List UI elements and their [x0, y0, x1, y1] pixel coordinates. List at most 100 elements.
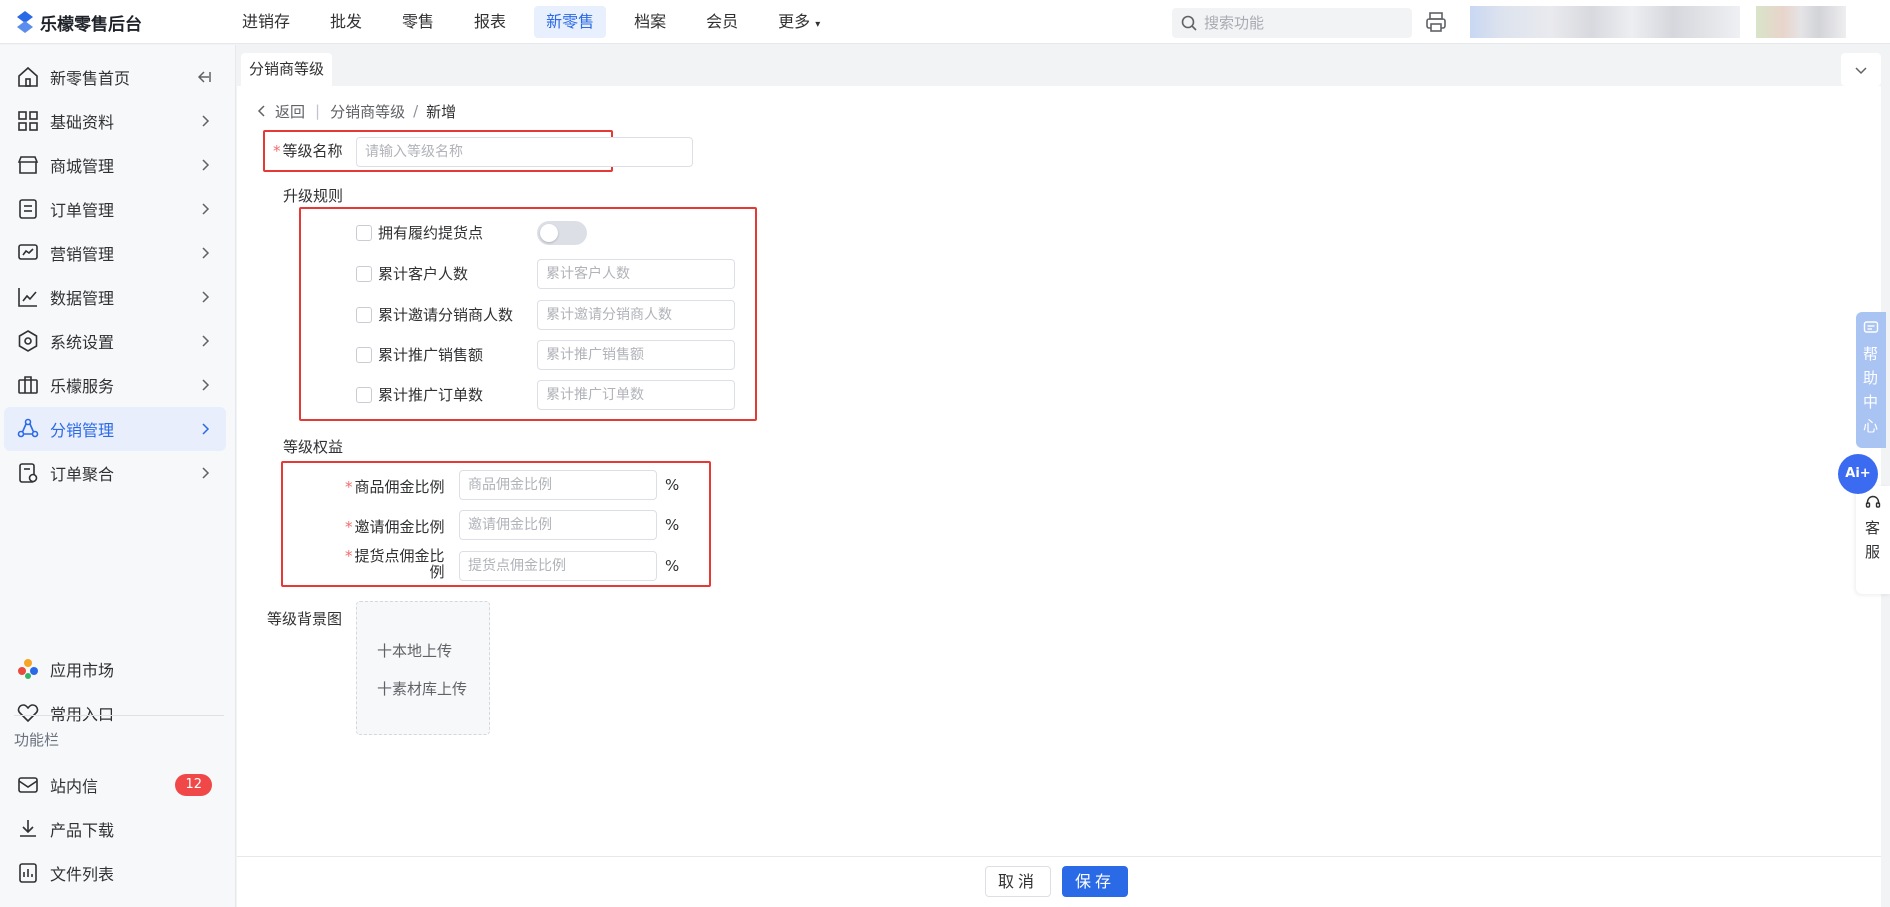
rule-sales-checkbox[interactable]: [356, 347, 372, 363]
cancel-button[interactable]: 取消: [985, 866, 1051, 897]
sidebar-item-orders[interactable]: 订单管理: [4, 187, 226, 231]
sidebar-item-label: 基础资料: [50, 113, 115, 132]
pickup-commission-input[interactable]: [459, 551, 657, 581]
rule-orders-checkbox[interactable]: [356, 387, 372, 403]
required-mark: *: [345, 478, 353, 496]
tab-menu-button[interactable]: [1841, 53, 1881, 86]
nav-more[interactable]: 更多 ▾: [766, 6, 832, 38]
rule-sales-label: 累计推广销售额: [378, 346, 484, 364]
rule-sales-input[interactable]: [537, 340, 735, 370]
product-commission-input[interactable]: [459, 470, 657, 500]
sidebar-item-label: 数据管理: [50, 289, 115, 308]
rule-customers-input[interactable]: [537, 259, 735, 289]
upload-library-label: 素材库上传: [392, 680, 468, 698]
sidebar-item-file-list[interactable]: 文件列表: [4, 851, 226, 895]
sidebar-item-marketing[interactable]: 营销管理: [4, 231, 226, 275]
sidebar-item-new-retail-home[interactable]: 新零售首页: [4, 55, 226, 99]
nav-member[interactable]: 会员: [694, 6, 750, 38]
product-commission-label-text: 商品佣金比例: [354, 478, 445, 496]
help-char: 助: [1863, 369, 1879, 387]
mail-icon: [18, 777, 38, 793]
customer-service-tab[interactable]: 客 服: [1856, 486, 1890, 594]
unread-badge: 12: [175, 774, 212, 796]
nav-wholesale[interactable]: 批发: [318, 6, 374, 38]
search-box[interactable]: [1172, 8, 1412, 38]
tab-bar: 分销商等级: [237, 53, 1881, 86]
user-avatar-blurred[interactable]: [1756, 6, 1846, 38]
chevron-right-icon: [202, 467, 210, 479]
order-icon: [19, 199, 37, 219]
required-mark: *: [345, 547, 353, 565]
pickup-commission-label-line2: 例: [429, 563, 445, 581]
search-input[interactable]: [1204, 8, 1404, 38]
sidebar-item-label: 乐檬服务: [50, 377, 115, 396]
nav-inventory[interactable]: 进销存: [230, 6, 302, 38]
rule-invited-distributors-checkbox[interactable]: [356, 307, 372, 323]
printer-icon[interactable]: [1424, 10, 1448, 34]
tab-distributor-level[interactable]: 分销商等级: [241, 53, 333, 86]
caret-down-icon: ▾: [815, 19, 821, 30]
invite-commission-input[interactable]: [459, 510, 657, 540]
benefits-title: 等级权益: [283, 438, 344, 456]
upload-local-label: 本地上传: [392, 642, 453, 660]
upload-library-button[interactable]: 十素材库上传: [377, 678, 467, 699]
sidebar-item-mall[interactable]: 商城管理: [4, 143, 226, 187]
sidebar-item-label: 新零售首页: [50, 69, 131, 88]
background-upload-area: 十本地上传 十素材库上传: [356, 601, 490, 735]
sidebar-item-label: 分销管理: [50, 421, 115, 440]
store-icon: [17, 156, 39, 174]
sidebar-item-label: 商城管理: [50, 157, 115, 176]
heart-icon: [17, 704, 39, 723]
plus-icon: 十: [377, 642, 393, 660]
service-char: 服: [1865, 543, 1881, 561]
chevron-left-icon: [257, 105, 265, 117]
upload-local-button[interactable]: 十本地上传: [377, 640, 452, 661]
sidebar-item-label: 订单聚合: [50, 465, 115, 484]
sidebar-item-label: 应用市场: [50, 661, 115, 680]
sidebar-item-data[interactable]: 数据管理: [4, 275, 226, 319]
level-name-label: * 等级名称: [273, 140, 343, 161]
help-center-tab[interactable]: 帮 助 中 心: [1856, 312, 1886, 448]
sidebar-item-distribution[interactable]: 分销管理: [4, 407, 226, 451]
breadcrumb-divider: |: [315, 102, 321, 120]
nav-new-retail[interactable]: 新零售: [534, 6, 607, 38]
sidebar-item-label: 订单管理: [50, 201, 115, 220]
sidebar-item-product-download[interactable]: 产品下载: [4, 807, 226, 851]
collapse-sidebar-icon[interactable]: [196, 69, 212, 85]
save-button[interactable]: 保存: [1062, 866, 1128, 897]
settings-icon: [18, 330, 38, 352]
app-title: 乐檬零售后台: [40, 14, 142, 35]
chevron-right-icon: [202, 335, 210, 347]
rule-fulfillment-checkbox[interactable]: [356, 225, 372, 241]
sidebar-item-label: 营销管理: [50, 245, 115, 264]
nav-reports[interactable]: 报表: [462, 6, 518, 38]
sidebar-item-app-market[interactable]: 应用市场: [4, 647, 226, 691]
sidebar-item-basic-data[interactable]: 基础资料: [4, 99, 226, 143]
back-link[interactable]: 返回: [255, 101, 305, 122]
chart-icon: [18, 288, 37, 307]
rule-orders-input[interactable]: [537, 380, 735, 410]
rule-invited-distributors-label: 累计邀请分销商人数: [378, 306, 514, 324]
nav-retail[interactable]: 零售: [390, 6, 446, 38]
level-name-input[interactable]: [356, 137, 693, 167]
top-bar: 乐檬零售后台 进销存 批发 零售 报表 新零售 档案 会员 更多 ▾: [0, 0, 1890, 44]
sidebar-item-order-aggregation[interactable]: 订单聚合: [4, 451, 226, 495]
account-info-blurred[interactable]: [1470, 6, 1740, 38]
breadcrumb-parent[interactable]: 分销商等级: [330, 101, 405, 122]
app-logo[interactable]: 乐檬零售后台: [16, 10, 142, 35]
sidebar-item-settings[interactable]: 系统设置: [4, 319, 226, 363]
rule-customers-checkbox[interactable]: [356, 266, 372, 282]
chevron-down-icon: [1855, 67, 1867, 75]
plus-icon: 十: [377, 680, 393, 698]
percent-unit: %: [665, 476, 680, 494]
rule-invited-distributors-input[interactable]: [537, 300, 735, 330]
fulfillment-switch[interactable]: [537, 221, 587, 245]
sidebar-divider: [14, 715, 224, 716]
breadcrumb-current: 新增: [426, 102, 457, 121]
sidebar-item-lemeng-service[interactable]: 乐檬服务: [4, 363, 226, 407]
customer-service-label: 客 服: [1865, 516, 1881, 564]
ai-assistant-button[interactable]: Ai+: [1838, 454, 1878, 494]
sidebar-item-messages[interactable]: 站内信 12: [4, 763, 226, 807]
nav-archive[interactable]: 档案: [622, 6, 678, 38]
search-icon: [1181, 15, 1197, 31]
